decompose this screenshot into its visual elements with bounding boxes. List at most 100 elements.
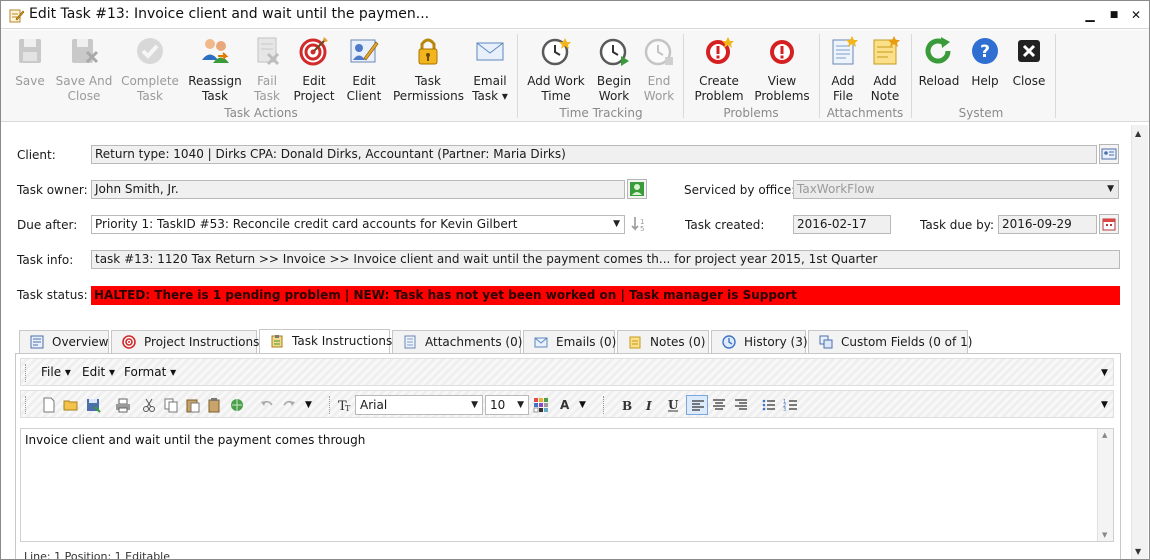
task-due-by-field[interactable]: 2016-09-29 bbox=[998, 215, 1097, 234]
tab-project-instructions[interactable]: Project Instructions bbox=[111, 330, 259, 354]
edit-client-button[interactable]: Edit Client bbox=[341, 34, 387, 104]
fail-task-button[interactable]: Fail Task bbox=[249, 34, 285, 104]
chevron-down-icon[interactable]: ▼ bbox=[305, 400, 312, 410]
due-date-calendar-button[interactable] bbox=[1099, 214, 1119, 234]
email-task-button[interactable]: Email Task ▾ bbox=[469, 34, 511, 104]
scroll-up-icon[interactable]: ▲ bbox=[1135, 129, 1141, 138]
toolbar-grip[interactable] bbox=[329, 396, 332, 414]
menu-edit[interactable]: Edit ▾ bbox=[82, 365, 115, 379]
svg-text:5: 5 bbox=[640, 225, 644, 233]
group-separator bbox=[517, 34, 518, 118]
insert-link-icon[interactable] bbox=[229, 397, 245, 413]
undo-icon[interactable] bbox=[259, 397, 275, 413]
clock-end-icon bbox=[644, 38, 673, 66]
close-button[interactable]: Close bbox=[1009, 34, 1049, 104]
editor-scrollbar[interactable]: ▲ ▼ bbox=[1097, 429, 1113, 541]
svg-text:3: 3 bbox=[783, 407, 786, 413]
underline-icon[interactable]: U bbox=[665, 397, 681, 413]
save-button[interactable]: Save bbox=[7, 34, 53, 104]
complete-task-button[interactable]: Complete Task bbox=[119, 34, 181, 104]
scroll-up-icon[interactable]: ▲ bbox=[1102, 431, 1107, 439]
align-center-icon[interactable] bbox=[711, 397, 727, 413]
tab-overview[interactable]: Overview bbox=[19, 330, 109, 354]
font-color-icon[interactable]: A bbox=[557, 397, 573, 413]
due-after-select[interactable]: Priority 1: TaskID #53: Reconcile credit… bbox=[91, 215, 625, 234]
numbered-list-icon[interactable]: 123 bbox=[783, 397, 799, 413]
begin-work-button[interactable]: Begin Work bbox=[593, 34, 635, 104]
create-problem-button[interactable]: Create Problem bbox=[693, 34, 745, 104]
redo-icon[interactable] bbox=[281, 397, 297, 413]
dependency-icon[interactable]: 15 bbox=[629, 214, 649, 234]
paste-icon[interactable] bbox=[185, 397, 201, 413]
add-file-button[interactable]: Add File bbox=[825, 34, 861, 104]
attachments-icon bbox=[404, 335, 416, 349]
reload-icon bbox=[925, 37, 951, 64]
svg-text:I: I bbox=[645, 399, 652, 413]
tab-custom-fields[interactable]: Custom Fields (0 of 1) bbox=[808, 330, 972, 354]
toolbar-grip[interactable] bbox=[25, 364, 28, 382]
serviced-by-office-select[interactable]: TaxWorkFlow ▼ bbox=[793, 180, 1119, 199]
view-problems-icon bbox=[770, 40, 794, 64]
tab-emails[interactable]: Emails (0) bbox=[523, 330, 616, 354]
close-window-button[interactable]: ✕ bbox=[1125, 5, 1147, 25]
help-button[interactable]: ? Help bbox=[965, 34, 1005, 104]
tab-notes[interactable]: Notes (0) bbox=[617, 330, 709, 354]
menu-format[interactable]: Format ▾ bbox=[124, 365, 176, 379]
reload-button[interactable]: Reload bbox=[917, 34, 961, 104]
serviced-by-office-label: Serviced by office: bbox=[684, 183, 796, 197]
task-instructions-editor[interactable]: Invoice client and wait until the paymen… bbox=[20, 428, 1114, 542]
align-right-icon[interactable] bbox=[733, 397, 749, 413]
task-owner-field[interactable]: John Smith, Jr. bbox=[91, 180, 625, 199]
cut-icon[interactable] bbox=[141, 397, 157, 413]
tab-task-instructions[interactable]: Task Instructions bbox=[259, 329, 392, 354]
bold-icon[interactable]: B bbox=[619, 397, 635, 413]
client-label: Client: bbox=[17, 148, 56, 162]
scroll-down-icon[interactable]: ▼ bbox=[1135, 547, 1141, 556]
window-scrollbar[interactable]: ▲ ▼ bbox=[1131, 125, 1148, 559]
select-owner-button[interactable] bbox=[627, 179, 647, 199]
edit-project-button[interactable]: Edit Project bbox=[291, 34, 337, 104]
add-note-button[interactable]: Add Note bbox=[867, 34, 903, 104]
user-icon bbox=[630, 182, 644, 196]
scroll-down-icon[interactable]: ▼ bbox=[1102, 531, 1107, 539]
svg-text:A: A bbox=[560, 398, 570, 412]
font-size-select[interactable]: 10 ▼ bbox=[485, 395, 529, 415]
add-work-time-button[interactable]: Add Work Time bbox=[525, 34, 587, 104]
toolbar-grip[interactable] bbox=[25, 396, 28, 414]
client-card-button[interactable] bbox=[1099, 144, 1119, 164]
minimize-button[interactable]: ▁ bbox=[1079, 5, 1101, 25]
open-folder-icon[interactable] bbox=[63, 397, 79, 413]
task-created-field: 2016-02-17 bbox=[793, 215, 891, 234]
toolbar-grip[interactable] bbox=[603, 396, 606, 414]
chevron-down-icon: ▼ bbox=[613, 219, 620, 229]
tab-attachments[interactable]: Attachments (0) bbox=[392, 330, 522, 354]
group-separator bbox=[1055, 34, 1056, 118]
chevron-down-icon[interactable]: ▼ bbox=[1101, 368, 1108, 378]
clock-begin-icon bbox=[599, 38, 629, 66]
maximize-button[interactable]: ■ bbox=[1103, 5, 1125, 25]
menu-file[interactable]: File ▾ bbox=[41, 365, 71, 379]
chevron-down-icon[interactable]: ▼ bbox=[579, 400, 586, 410]
paste-special-icon[interactable] bbox=[207, 397, 223, 413]
save-icon[interactable] bbox=[85, 397, 101, 413]
overview-icon bbox=[30, 335, 44, 349]
view-problems-button[interactable]: View Problems bbox=[751, 34, 813, 104]
end-work-button[interactable]: End Work bbox=[641, 34, 677, 104]
chevron-down-icon[interactable]: ▼ bbox=[1101, 400, 1108, 410]
print-icon[interactable] bbox=[115, 397, 131, 413]
save-and-close-button[interactable]: Save And Close bbox=[55, 34, 113, 104]
italic-icon[interactable]: I bbox=[641, 397, 657, 413]
tab-history[interactable]: History (3) bbox=[711, 330, 808, 354]
copy-icon[interactable] bbox=[163, 397, 179, 413]
task-permissions-button[interactable]: Task Permissions bbox=[393, 34, 464, 104]
new-document-icon[interactable] bbox=[41, 397, 57, 413]
client-field[interactable]: Return type: 1040 | Dirks CPA: Donald Di… bbox=[91, 145, 1097, 164]
reassign-task-button[interactable]: Reassign Task bbox=[187, 34, 243, 104]
font-name-select[interactable]: Arial ▼ bbox=[355, 395, 483, 415]
custom-fields-icon bbox=[819, 335, 833, 349]
align-left-button[interactable] bbox=[686, 395, 708, 415]
svg-text:T: T bbox=[345, 404, 351, 413]
editor-content[interactable]: Invoice client and wait until the paymen… bbox=[25, 433, 365, 447]
color-grid-icon[interactable] bbox=[533, 397, 549, 413]
bullet-list-icon[interactable] bbox=[761, 397, 777, 413]
